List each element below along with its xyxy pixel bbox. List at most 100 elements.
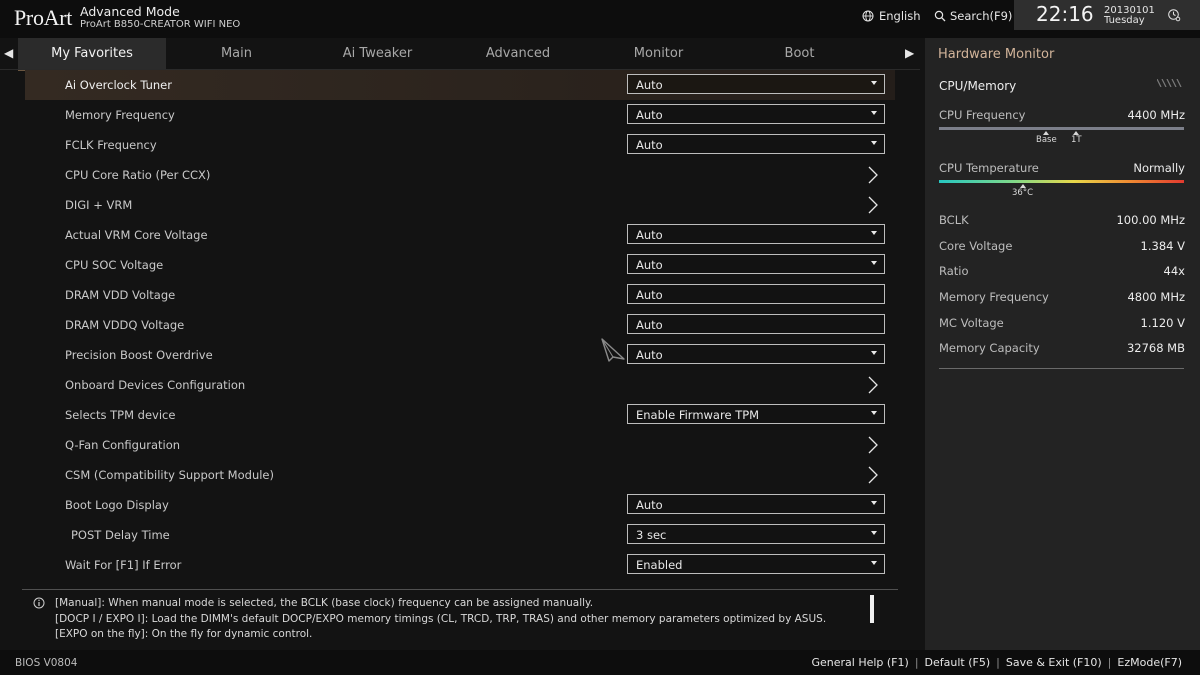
tab-advanced[interactable]: Advanced	[448, 38, 588, 69]
clock-time: 22:16	[1036, 2, 1094, 26]
setting-row-actual-vrm-core-voltage[interactable]: Actual VRM Core Voltage Auto	[25, 220, 895, 250]
monitor-row-value: 32768 MB	[1126, 341, 1185, 355]
setting-row-cpu-core-ratio[interactable]: CPU Core Ratio (Per CCX)	[25, 160, 895, 190]
setting-row-tpm-device[interactable]: Selects TPM device Enable Firmware TPM	[25, 400, 895, 430]
setting-row-precision-boost-overdrive[interactable]: Precision Boost Overdrive Auto	[25, 340, 895, 370]
tab-monitor[interactable]: Monitor	[588, 38, 729, 69]
setting-label: Ai Overclock Tuner	[65, 78, 172, 92]
dropdown-value: Auto	[636, 138, 663, 152]
save-exit-button[interactable]: Save & Exit (F10)	[1006, 656, 1102, 669]
cpu-temperature-value: Normally	[1133, 161, 1185, 175]
brand-logo: ProArt	[14, 5, 73, 30]
setting-label: CSM (Compatibility Support Module)	[65, 468, 274, 482]
dropdown-arrow-icon	[871, 231, 877, 235]
dram-vddq-voltage-input[interactable]: Auto	[627, 314, 885, 334]
chevron-right-icon[interactable]	[867, 166, 879, 184]
search-label: Search(F9)	[950, 9, 1013, 23]
cpu-temperature-bar	[939, 180, 1184, 183]
language-button[interactable]: English	[862, 9, 921, 23]
mouse-cursor-icon	[601, 338, 625, 362]
clock-settings-icon[interactable]	[1167, 8, 1181, 22]
help-scrollbar[interactable]	[870, 595, 874, 623]
monitor-row-value: 100.00 MHz	[1116, 213, 1185, 227]
dropdown-value: Enabled	[636, 558, 683, 572]
globe-icon	[862, 10, 874, 22]
setting-row-memory-frequency[interactable]: Memory Frequency Auto	[25, 100, 895, 130]
setting-row-cpu-soc-voltage[interactable]: CPU SOC Voltage Auto	[25, 250, 895, 280]
boot-logo-display-dropdown[interactable]: Auto	[627, 494, 885, 514]
setting-row-post-delay-time[interactable]: POST Delay Time 3 sec	[25, 520, 895, 550]
monitor-row-label: MC Voltage	[939, 316, 1004, 330]
temperature-marker-label: 36°C	[1012, 188, 1034, 198]
chevron-right-icon[interactable]	[867, 436, 879, 454]
dropdown-arrow-icon	[871, 111, 877, 115]
setting-row-ai-overclock-tuner[interactable]: Ai Overclock Tuner Auto	[25, 70, 895, 100]
ai-overclock-tuner-dropdown[interactable]: Auto	[627, 74, 885, 94]
chevron-right-icon[interactable]	[867, 196, 879, 214]
dropdown-value: Auto	[636, 498, 663, 512]
dropdown-value: Enable Firmware TPM	[636, 408, 760, 422]
default-button[interactable]: Default (F5)	[925, 656, 991, 669]
tab-right-arrow-icon[interactable]: ▶	[905, 46, 914, 60]
help-line: [DOCP I / EXPO I]: Load the DIMM's defau…	[55, 612, 827, 625]
post-delay-time-dropdown[interactable]: 3 sec	[627, 524, 885, 544]
dropdown-arrow-icon	[871, 141, 877, 145]
vrm-core-voltage-dropdown[interactable]: Auto	[627, 224, 885, 244]
help-line: [EXPO on the fly]: On the fly for dynami…	[55, 628, 313, 641]
memory-frequency-dropdown[interactable]: Auto	[627, 104, 885, 124]
temperature-marker: 36°C	[1012, 184, 1033, 198]
precision-boost-overdrive-dropdown[interactable]: Auto	[627, 344, 885, 364]
chevron-right-icon[interactable]	[867, 466, 879, 484]
dropdown-value: Auto	[636, 228, 663, 242]
monitor-row-value: 44x	[1163, 264, 1185, 278]
cpu-soc-voltage-dropdown[interactable]: Auto	[627, 254, 885, 274]
dropdown-arrow-icon	[871, 531, 877, 535]
setting-row-q-fan[interactable]: Q-Fan Configuration	[25, 430, 895, 460]
tab-my-favorites[interactable]: My Favorites	[18, 38, 166, 71]
setting-label: Precision Boost Overdrive	[65, 348, 213, 362]
general-help-button[interactable]: General Help (F1)	[811, 656, 908, 669]
setting-label: Q-Fan Configuration	[65, 438, 181, 452]
setting-label: CPU Core Ratio (Per CCX)	[65, 168, 211, 182]
cpu-frequency-bar	[939, 127, 1184, 130]
monitor-row-value: 4800 MHz	[1127, 290, 1185, 304]
dropdown-value: Auto	[636, 258, 663, 272]
tab-left-arrow-icon[interactable]: ◀	[4, 46, 13, 60]
hardware-monitor-title: Hardware Monitor	[938, 47, 1055, 62]
info-icon	[33, 597, 45, 609]
setting-row-csm[interactable]: CSM (Compatibility Support Module)	[25, 460, 895, 490]
tab-ai-tweaker[interactable]: Ai Tweaker	[307, 38, 448, 69]
setting-label: Onboard Devices Configuration	[65, 378, 246, 392]
chevron-right-icon[interactable]	[867, 376, 879, 394]
setting-row-dram-vddq-voltage[interactable]: DRAM VDDQ Voltage Auto	[25, 310, 895, 340]
setting-label: Wait For [F1] If Error	[65, 558, 182, 572]
monitor-row-value: 1.384 V	[1140, 239, 1185, 253]
dram-vdd-voltage-input[interactable]: Auto	[627, 284, 885, 304]
wait-for-f1-dropdown[interactable]: Enabled	[627, 554, 885, 574]
setting-row-onboard-devices[interactable]: Onboard Devices Configuration	[25, 370, 895, 400]
ez-mode-button[interactable]: EzMode(F7)	[1117, 656, 1182, 669]
input-value: Auto	[636, 288, 663, 302]
setting-row-boot-logo-display[interactable]: Boot Logo Display Auto	[25, 490, 895, 520]
tab-bar: ◀ My Favorites Main Ai Tweaker Advanced …	[0, 38, 920, 71]
top-bar: ProArt Advanced Mode ProArt B850-CREATOR…	[0, 0, 1200, 38]
tab-boot[interactable]: Boot	[729, 38, 870, 69]
help-line: [Manual]: When manual mode is selected, …	[55, 597, 594, 609]
tpm-device-dropdown[interactable]: Enable Firmware TPM	[627, 404, 885, 424]
bios-version: BIOS V0804	[15, 657, 78, 669]
tab-main[interactable]: Main	[166, 38, 307, 69]
dropdown-arrow-icon	[871, 501, 877, 505]
fclk-frequency-dropdown[interactable]: Auto	[627, 134, 885, 154]
setting-row-dram-vdd-voltage[interactable]: DRAM VDD Voltage Auto	[25, 280, 895, 310]
setting-row-fclk-frequency[interactable]: FCLK Frequency Auto	[25, 130, 895, 160]
stripes-decor-icon	[1157, 79, 1182, 87]
settings-list: Ai Overclock Tuner Auto Memory Frequency…	[25, 70, 895, 580]
dropdown-arrow-icon	[871, 561, 877, 565]
setting-row-wait-for-f1[interactable]: Wait For [F1] If Error Enabled	[25, 550, 895, 580]
cpu-frequency-value: 4400 MHz	[1127, 108, 1185, 122]
monitor-row-label: BCLK	[939, 213, 969, 227]
setting-row-digi-vrm[interactable]: DIGI + VRM	[25, 190, 895, 220]
search-button[interactable]: Search(F9)	[934, 9, 1012, 23]
setting-label: Memory Frequency	[65, 108, 175, 122]
monitor-divider	[939, 368, 1184, 369]
